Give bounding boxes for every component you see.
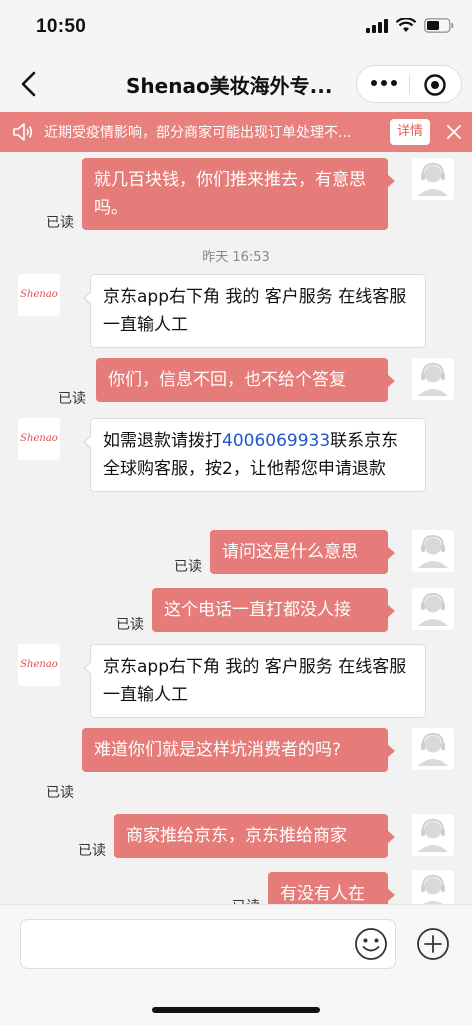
shop-avatar[interactable]: Shenao bbox=[18, 418, 60, 460]
read-receipt: 已读 bbox=[58, 391, 86, 407]
avatar[interactable] bbox=[412, 530, 454, 572]
close-icon[interactable] bbox=[446, 124, 462, 140]
input-bar bbox=[0, 904, 472, 1025]
notice-text: 近期受疫情影响，部分商家可能出现订单处理不... bbox=[44, 125, 352, 141]
message-input[interactable] bbox=[20, 919, 396, 969]
avatar[interactable] bbox=[412, 814, 454, 856]
user-avatar-icon bbox=[412, 588, 454, 630]
timestamp: 昨天 16:53 bbox=[202, 250, 270, 265]
shop-avatar[interactable]: Shenao bbox=[18, 274, 60, 316]
user-avatar-icon bbox=[412, 530, 454, 572]
user-avatar-icon bbox=[412, 728, 454, 770]
status-bar: 10:50 bbox=[0, 0, 472, 56]
user-avatar-icon bbox=[412, 814, 454, 856]
read-receipt: 已读 bbox=[116, 617, 144, 633]
read-receipt: 已读 bbox=[46, 215, 74, 231]
message-bubble-mine[interactable]: 商家推给京东，京东推给商家 bbox=[114, 814, 395, 858]
mini-program-close-icon[interactable] bbox=[423, 73, 447, 97]
message-bubble-shop[interactable]: 京东app右下角 我的 客户服务 在线客服 一直输人工 bbox=[83, 274, 426, 348]
message-bubble-shop[interactable]: 京东app右下角 我的 客户服务 在线客服 一直输人工 bbox=[83, 644, 426, 718]
capsule-divider bbox=[409, 75, 410, 94]
notice-banner: 近期受疫情影响，部分商家可能出现订单处理不... 详情 bbox=[0, 112, 472, 152]
status-icons bbox=[366, 18, 454, 33]
message-bubble-shop[interactable]: 如需退款请拨打4006069933联系京东全球购客服，按2，让他帮您申请退款 bbox=[83, 418, 426, 492]
message-bubble-mine[interactable]: 你们，信息不回，也不给个答复 bbox=[96, 358, 395, 402]
read-receipt: 已读 bbox=[78, 843, 106, 859]
page-title: Shenao美妆海外专... bbox=[126, 74, 333, 98]
wifi-icon bbox=[396, 18, 416, 32]
read-receipt: 已读 bbox=[174, 559, 202, 575]
phone-link[interactable]: 4006069933 bbox=[222, 431, 330, 451]
message-bubble-mine[interactable]: 就几百块钱，你们推来推去，有意思吗。 bbox=[82, 158, 395, 230]
avatar[interactable] bbox=[412, 158, 454, 200]
status-time: 10:50 bbox=[36, 16, 87, 37]
read-receipt: 已读 bbox=[232, 896, 260, 904]
user-avatar-icon bbox=[412, 870, 454, 904]
message-bubble-mine[interactable]: 请问这是什么意思 bbox=[210, 530, 395, 574]
emoji-icon[interactable] bbox=[352, 925, 390, 963]
avatar[interactable] bbox=[412, 728, 454, 770]
avatar[interactable] bbox=[412, 358, 454, 400]
notice-details-button[interactable]: 详情 bbox=[390, 119, 430, 145]
speaker-icon bbox=[13, 123, 33, 141]
message-bubble-mine[interactable]: 难道你们就是这样坑消费者的吗? bbox=[82, 728, 395, 772]
shop-avatar[interactable]: Shenao bbox=[18, 644, 60, 686]
avatar[interactable] bbox=[412, 588, 454, 630]
plus-icon[interactable] bbox=[414, 925, 452, 963]
back-arrow-icon[interactable] bbox=[14, 68, 46, 100]
read-receipt: 已读 bbox=[46, 785, 74, 801]
avatar[interactable] bbox=[412, 870, 454, 904]
message-text: 如需退款请拨打 bbox=[103, 431, 222, 451]
nav-bar: Shenao美妆海外专... bbox=[0, 56, 472, 112]
message-bubble-mine[interactable]: 有没有人在 bbox=[268, 872, 395, 904]
user-avatar-icon bbox=[412, 158, 454, 200]
battery-icon bbox=[424, 18, 454, 33]
chat-area[interactable]: 就几百块钱，你们推来推去，有意思吗。 已读 昨天 16:53 Shenao 京东… bbox=[0, 152, 472, 904]
home-indicator bbox=[152, 1007, 320, 1013]
signal-icon bbox=[366, 18, 388, 33]
message-bubble-mine[interactable]: 这个电话一直打都没人接 bbox=[152, 588, 395, 632]
user-avatar-icon bbox=[412, 358, 454, 400]
mini-program-capsule bbox=[356, 65, 462, 103]
more-dots-icon[interactable] bbox=[371, 80, 397, 86]
